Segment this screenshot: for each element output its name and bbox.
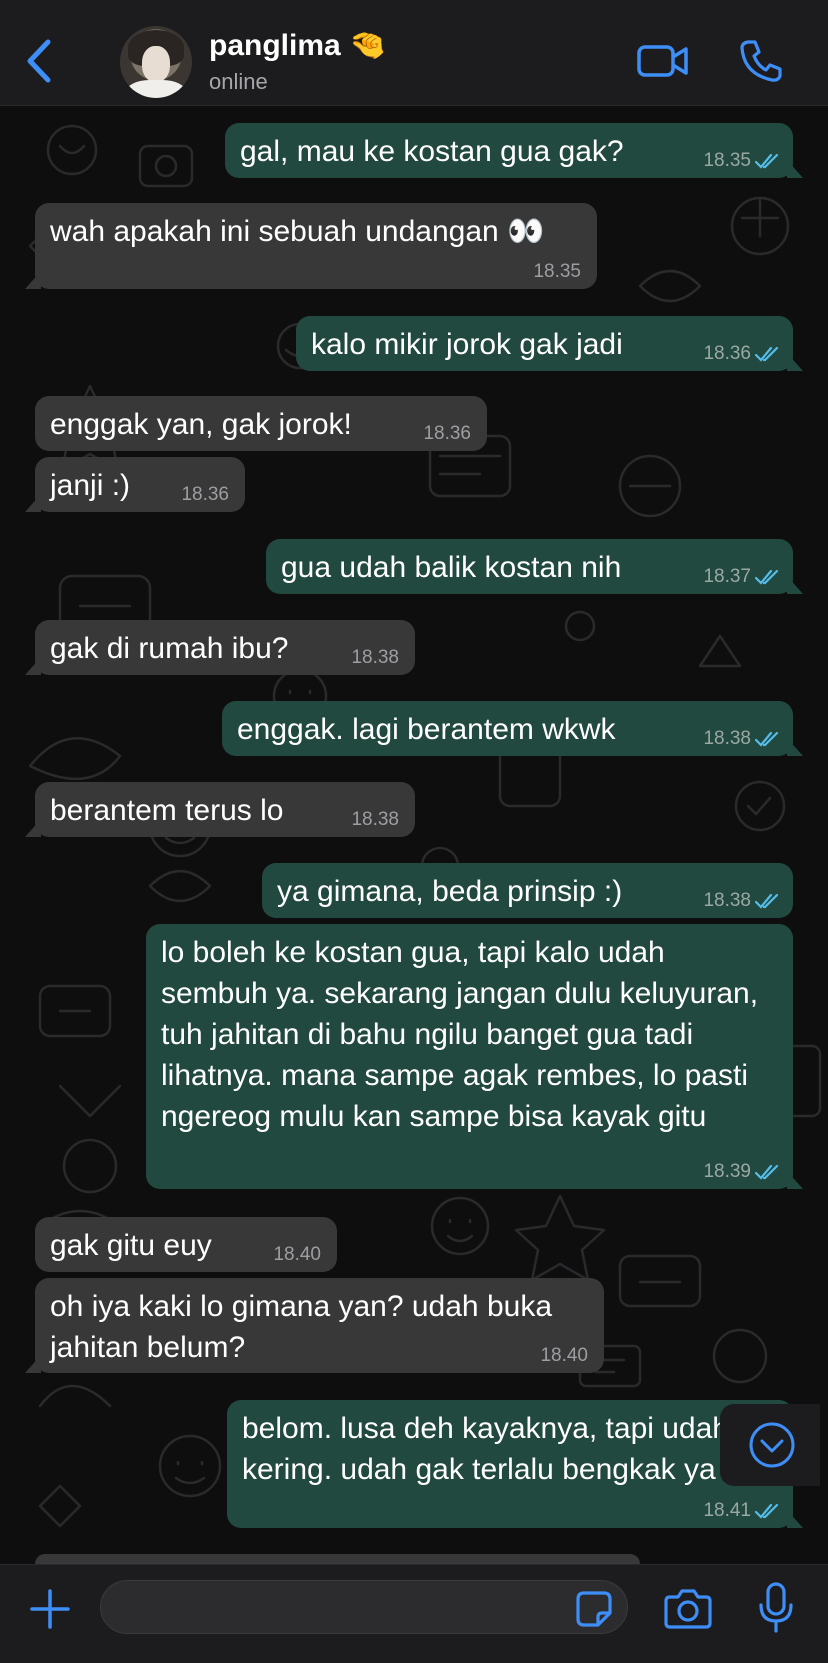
message-outgoing[interactable]: enggak. lagi berantem wkwk 18.38 bbox=[222, 701, 803, 756]
message-incoming[interactable]: wah apakah ini sebuah undangan 👀 18.35 bbox=[25, 203, 597, 289]
message-time: 18.38 bbox=[351, 647, 399, 668]
read-ticks-icon bbox=[755, 731, 779, 747]
message-incoming[interactable]: gak gitu euy 18.40 bbox=[35, 1217, 337, 1272]
video-camera-icon bbox=[637, 45, 688, 77]
message-outgoing[interactable]: belom. lusa deh kayaknya, tapi udah keri… bbox=[227, 1400, 803, 1528]
voice-call-button[interactable] bbox=[738, 38, 784, 84]
message-meta: 18.40 bbox=[273, 1245, 321, 1265]
message-meta: 18.35 bbox=[533, 262, 581, 282]
message-meta: 18.38 bbox=[351, 810, 399, 830]
sticker-icon bbox=[576, 1591, 612, 1627]
message-time: 18.38 bbox=[351, 809, 399, 830]
back-button[interactable] bbox=[22, 36, 56, 86]
message-time: 18.38 bbox=[703, 890, 751, 911]
message-time: 18.35 bbox=[703, 150, 751, 171]
contact-name[interactable]: panglima 🤏 bbox=[209, 28, 386, 63]
message-text: lo boleh ke kostan gua, tapi kalo udah s… bbox=[161, 936, 759, 1133]
message-time: 18.36 bbox=[423, 423, 471, 444]
message-meta: 18.37 bbox=[703, 567, 781, 587]
message-time: 18.35 bbox=[533, 261, 581, 282]
message-meta: 18.36 bbox=[423, 424, 471, 444]
read-ticks-icon bbox=[755, 346, 779, 362]
message-text: enggak. lagi berantem wkwk bbox=[237, 713, 616, 746]
camera-button[interactable] bbox=[664, 1587, 712, 1629]
message-outgoing[interactable]: gal, mau ke kostan gua gak? 18.35 bbox=[225, 123, 803, 178]
message-input[interactable] bbox=[100, 1580, 628, 1634]
message-time: 18.41 bbox=[703, 1500, 751, 1521]
read-ticks-icon bbox=[755, 1503, 779, 1519]
message-meta: 18.38 bbox=[703, 891, 781, 911]
chevron-down-circle-icon bbox=[749, 1422, 795, 1468]
message-text: berantem terus lo bbox=[50, 794, 284, 827]
message-incoming[interactable]: janji :) 18.36 bbox=[25, 457, 245, 512]
contact-status: online bbox=[209, 69, 268, 94]
video-call-button[interactable] bbox=[636, 42, 690, 80]
message-time: 18.39 bbox=[703, 1161, 751, 1182]
message-meta: 18.40 bbox=[540, 1346, 588, 1366]
read-ticks-icon bbox=[755, 893, 779, 909]
message-time: 18.38 bbox=[703, 728, 751, 749]
message-meta: 18.36 bbox=[703, 344, 781, 364]
message-text: oh iya kaki lo gimana yan? udah buka jah… bbox=[50, 1290, 553, 1364]
message-meta: 18.36 bbox=[181, 485, 229, 505]
message-composer-bar bbox=[0, 1564, 828, 1663]
message-meta: 18.39 bbox=[703, 1162, 781, 1182]
message-meta: 18.38 bbox=[703, 729, 781, 749]
read-ticks-icon bbox=[755, 569, 779, 585]
sticker-button[interactable] bbox=[574, 1589, 614, 1629]
message-meta: 18.38 bbox=[351, 648, 399, 668]
message-text: belom. lusa deh kayaknya, tapi udah keri… bbox=[242, 1412, 729, 1486]
message-text: gal, mau ke kostan gua gak? bbox=[240, 135, 624, 168]
camera-icon bbox=[664, 1589, 712, 1629]
message-incoming-partial bbox=[35, 1554, 640, 1564]
message-text: wah apakah ini sebuah undangan 👀 bbox=[50, 215, 545, 248]
voice-note-button[interactable] bbox=[758, 1581, 794, 1635]
message-meta: 18.41 bbox=[703, 1501, 781, 1521]
read-ticks-icon bbox=[755, 1164, 779, 1180]
message-meta: 18.35 bbox=[703, 151, 781, 171]
message-incoming[interactable]: oh iya kaki lo gimana yan? udah buka jah… bbox=[25, 1278, 604, 1373]
message-outgoing[interactable]: kalo mikir jorok gak jadi 18.36 bbox=[296, 316, 803, 371]
message-time: 18.40 bbox=[273, 1244, 321, 1265]
attach-button[interactable] bbox=[28, 1587, 72, 1631]
message-incoming[interactable]: enggak yan, gak jorok! 18.36 bbox=[35, 396, 487, 451]
plus-icon bbox=[30, 1589, 70, 1629]
message-outgoing[interactable]: ya gimana, beda prinsip :) 18.38 bbox=[262, 863, 793, 918]
message-time: 18.36 bbox=[181, 484, 229, 505]
chevron-left-icon bbox=[27, 39, 51, 83]
message-incoming[interactable]: gak di rumah ibu? 18.38 bbox=[25, 620, 415, 675]
scroll-to-bottom-button[interactable] bbox=[720, 1404, 820, 1486]
microphone-icon bbox=[759, 1582, 793, 1633]
message-time: 18.37 bbox=[703, 566, 751, 587]
message-time: 18.40 bbox=[540, 1345, 588, 1366]
message-text: gak di rumah ibu? bbox=[50, 632, 289, 665]
message-time: 18.36 bbox=[703, 343, 751, 364]
phone-icon bbox=[740, 40, 782, 82]
message-outgoing[interactable]: gua udah balik kostan nih 18.37 bbox=[266, 539, 803, 594]
message-outgoing[interactable]: lo boleh ke kostan gua, tapi kalo udah s… bbox=[146, 924, 803, 1189]
chat-header: panglima 🤏 online bbox=[0, 0, 828, 106]
read-ticks-icon bbox=[755, 153, 779, 169]
contact-avatar[interactable] bbox=[120, 26, 192, 98]
message-incoming[interactable]: berantem terus lo 18.38 bbox=[25, 782, 415, 837]
message-text: enggak yan, gak jorok! bbox=[50, 408, 352, 441]
